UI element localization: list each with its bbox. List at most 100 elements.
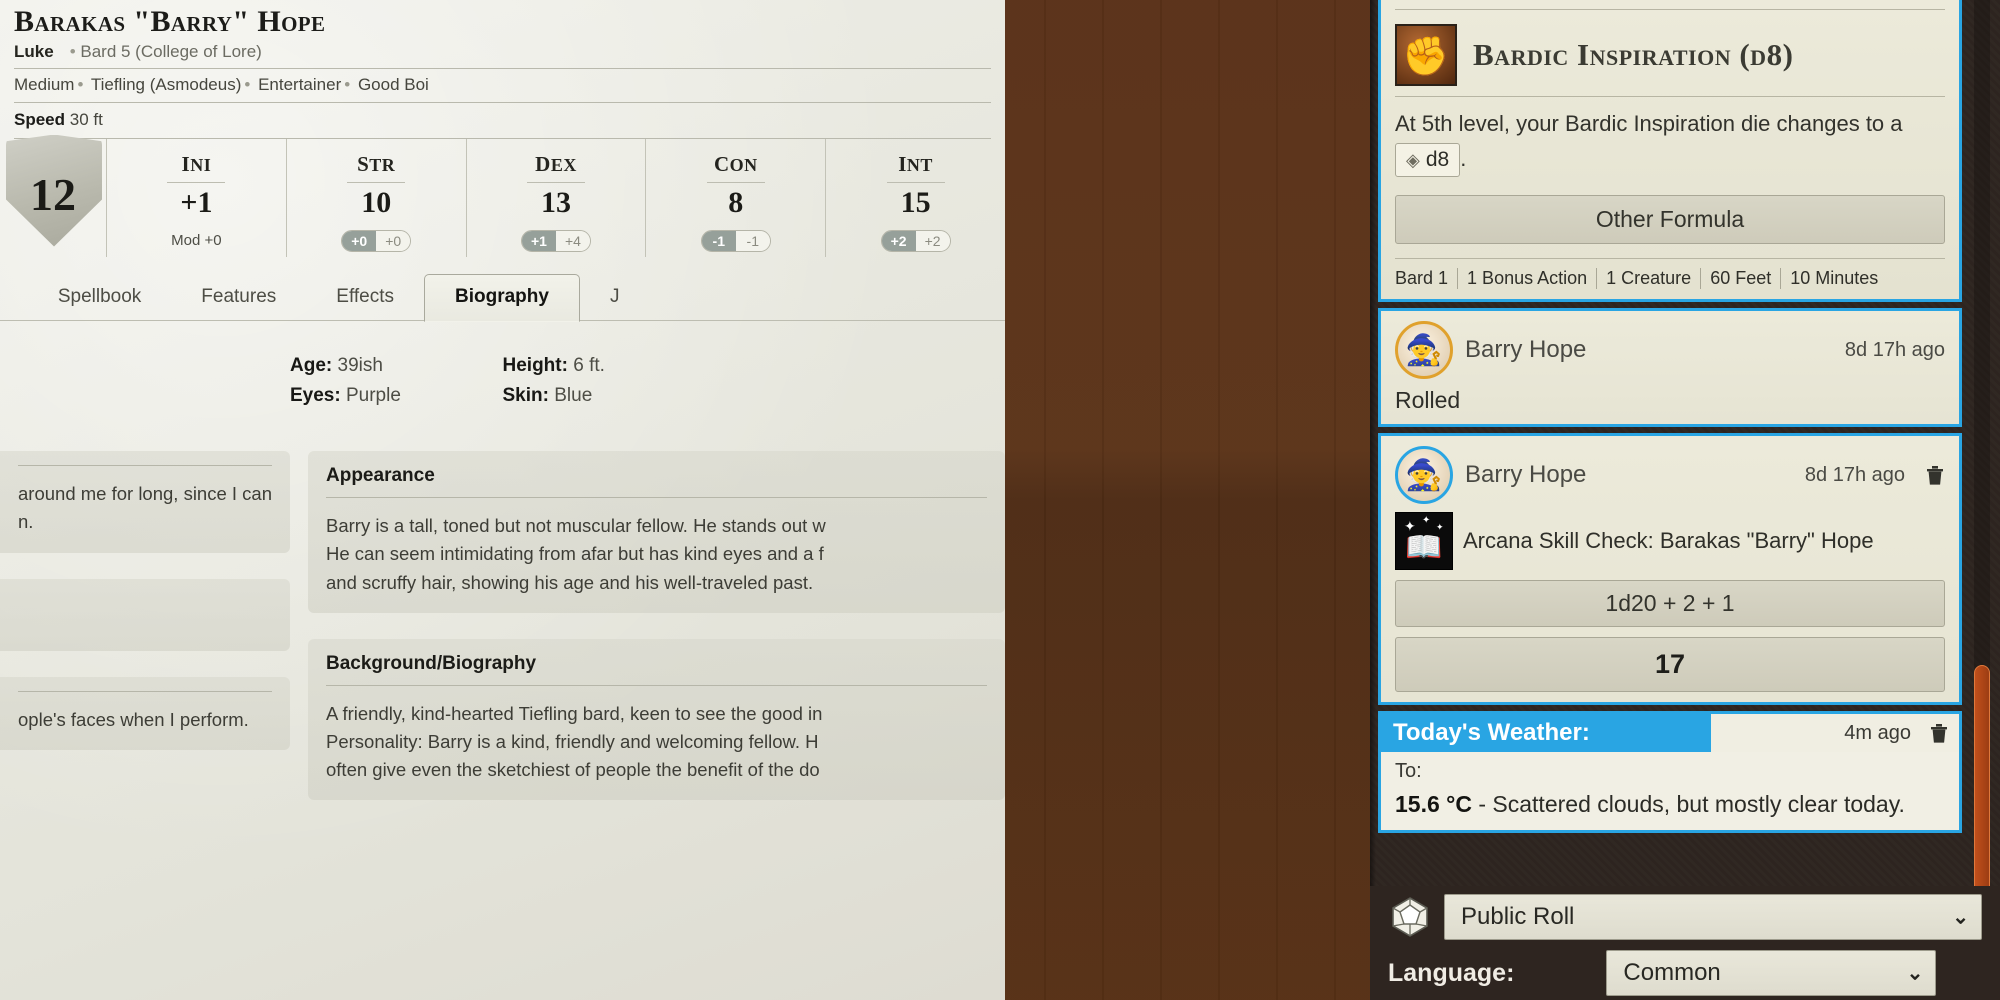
avatar-figure-icon: 🧙 [1405,334,1443,368]
chat-message-list[interactable]: ✊ Bardic Inspiration (d8) At 5th level, … [1370,0,1970,839]
roll-visibility-select[interactable]: Public Roll ⌄ [1444,894,1982,940]
card-line: Personality: Barry is a kind, friendly a… [326,730,819,752]
bio-card-appearance[interactable]: Appearance Barry is a tall, toned but no… [308,451,1005,613]
chat-message-weather[interactable]: Today's Weather: 4m ago To: 15.6 °C - Sc… [1378,711,1962,834]
chat-scrollbar-thumb[interactable] [1974,665,1990,897]
ability-label: Int [898,144,933,178]
meta-duration: 10 Minutes [1780,268,1887,290]
armor-class-shield[interactable]: 12 [0,134,106,257]
ability-con[interactable]: Con 8 -1 -1 [645,138,825,257]
delete-icon[interactable] [1929,722,1949,744]
chat-message-arcana-check[interactable]: 🧙 Barry Hope 8d 17h ago ✦ ✦ ✦ 📖 Arcana S… [1378,433,1962,706]
feature-title: Bardic Inspiration (d8) [1473,37,1794,72]
ability-mod: +0 [342,231,377,251]
bio-field-value: 39ish [337,354,383,376]
tab-features[interactable]: Features [171,276,306,321]
d20-icon[interactable] [1388,895,1432,939]
speed-label: Speed [14,109,66,129]
ability-mod-pill[interactable]: -1 -1 [700,230,771,252]
feature-description-suffix: . [1460,145,1467,171]
tab-inventory[interactable]: ry [0,276,28,321]
card-top-divider [1395,0,1945,10]
bio-right-column: Appearance Barry is a tall, toned but no… [308,451,1005,826]
bio-card-clipped-3[interactable]: ople's faces when I perform. [0,676,290,750]
message-header: 🧙 Barry Hope 8d 17h ago [1395,446,1945,505]
weather-header: Today's Weather: 4m ago [1381,714,1959,753]
message-body: Rolled [1395,387,1461,414]
roll-visibility-row: Public Roll ⌄ [1370,886,2000,940]
chevron-down-icon: ⌄ [1952,906,1969,929]
app-root: Barakas "Barry" Hope Luke • Bard 5 (Coll… [0,0,2000,1000]
card-line: and scruffy hair, showing his age and hi… [326,571,814,593]
label-underline [526,181,585,183]
ability-label: Ini [181,144,212,178]
message-author: Barry Hope [1465,461,1587,489]
bio-field-label: Height: [502,354,568,376]
tab-effects[interactable]: Effects [306,276,424,321]
card-rule [18,465,272,467]
arcana-book-icon: ✦ ✦ ✦ 📖 [1395,512,1453,571]
tab-journal[interactable]: J [580,276,650,321]
ability-dex[interactable]: Dex 13 +1 +4 [465,138,646,257]
ability-initiative[interactable]: Ini +1 Mod +0 [106,138,286,257]
fist-glyph: ✊ [1402,36,1450,79]
ability-mod: -1 [701,231,736,251]
roll-result[interactable]: 17 [1395,637,1945,693]
ability-value: 8 [728,185,744,219]
speed-row: Speed 30 ft [14,103,991,138]
roll-title: Arcana Skill Check: Barakas "Barry" Hope [1463,528,1874,554]
tab-biography[interactable]: Biography [424,273,580,322]
meta-range: 60 Feet [1700,268,1780,290]
card-text: around me for long, since I can n. [18,480,272,536]
other-formula-button[interactable]: Other Formula [1395,195,1945,245]
chat-controls-bar: Public Roll ⌄ Language: Common ⌄ [1370,886,2000,1000]
chat-card-bardic-inspiration[interactable]: ✊ Bardic Inspiration (d8) At 5th level, … [1378,0,1962,303]
die-chip[interactable]: ◈ d8 [1395,142,1461,178]
ability-save: +0 [376,231,411,251]
card-line: Barry is a tall, toned but not muscular … [326,515,826,537]
ability-mod: +2 [881,231,916,251]
ability-mod-pill[interactable]: +0 +0 [341,230,412,252]
ability-int[interactable]: Int 15 +2 +2 [825,138,1005,257]
card-line: often give even the sketchiest of people… [326,758,820,780]
bio-field-age: Age: 39ish [290,351,503,381]
avatar[interactable]: 🧙 [1395,321,1453,380]
card-line: around me for long, since I can [18,483,272,505]
card-title: Background/Biography [326,652,537,674]
ability-save: -1 [735,231,770,251]
ability-value: 15 [900,185,931,219]
roll-formula[interactable]: 1d20 + 2 + 1 [1395,580,1945,628]
bio-card-clipped-1[interactable]: around me for long, since I can n. [0,451,290,553]
tab-spellbook[interactable]: Spellbook [28,276,171,321]
card-rule [326,684,987,686]
character-sheet-header: Barakas "Barry" Hope Luke • Bard 5 (Coll… [0,0,1005,139]
message-author: Barry Hope [1465,336,1587,364]
bio-fields-right: Height: 6 ft. Skin: Blue [503,351,1006,412]
ability-save: +4 [555,231,590,251]
character-name: Barakas "Barry" Hope [14,5,326,38]
avatar[interactable]: 🧙 [1395,446,1453,505]
ability-mod-text: Mod +0 [171,232,222,249]
delete-icon[interactable] [1925,464,1945,486]
bio-card-clipped-2[interactable] [0,578,290,651]
dice-icon: ◈ [1406,149,1420,170]
sparkle-icon: ✦ [1422,515,1431,527]
card-line: He can seem intimidating from afar but h… [326,543,824,565]
ability-mod-pill[interactable]: +2 +2 [880,230,951,252]
ability-mod-pill[interactable]: +1 +4 [520,230,591,252]
ability-score-bar: 12 Ini +1 Mod +0 Str 10 +0 +0 Dex [0,134,1005,257]
label-underline [886,181,945,183]
speed-value: 30 ft [69,109,103,129]
weather-body: To: 15.6 °C - Scattered clouds, but most… [1381,752,1959,831]
die-chip-label: d8 [1425,147,1450,171]
weather-description: - Scattered clouds, but mostly clear tod… [1471,791,1905,818]
weather-temperature: 15.6 °C [1395,791,1472,818]
bio-field-value: Blue [554,384,593,406]
avatar-figure-icon: 🧙 [1405,459,1443,493]
feature-meta: Bard 1 1 Bonus Action 1 Creature 60 Feet… [1395,259,1945,290]
ability-str[interactable]: Str 10 +0 +0 [285,138,466,257]
card-rule [326,497,987,499]
language-select[interactable]: Common ⌄ [1606,950,1937,996]
bio-card-background[interactable]: Background/Biography A friendly, kind-he… [308,638,1005,800]
chat-message-rolled[interactable]: 🧙 Barry Hope 8d 17h ago Rolled [1378,308,1962,428]
